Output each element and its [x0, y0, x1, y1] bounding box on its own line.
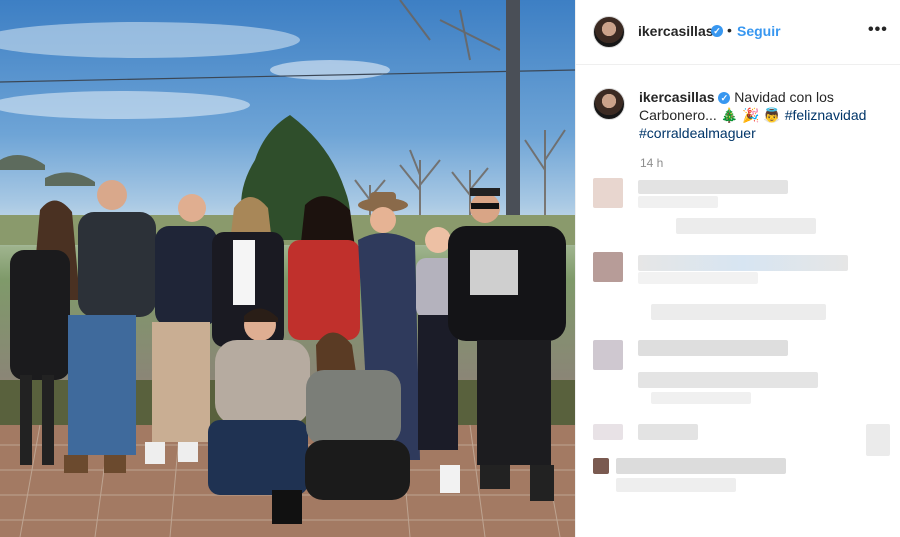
follow-button[interactable]: Seguir: [737, 23, 781, 39]
comment-avatar: [593, 340, 623, 370]
comment-line: [638, 196, 718, 208]
header-username[interactable]: ikercasillas: [638, 23, 714, 39]
comment-line: [638, 340, 788, 356]
comment-avatar: [593, 458, 609, 474]
caption-avatar[interactable]: [593, 88, 625, 120]
verified-badge-icon: ✓: [711, 25, 723, 37]
comment-line: [651, 304, 826, 320]
comment-line: [866, 424, 890, 456]
comment-avatar: [593, 178, 623, 208]
hashtag-link[interactable]: #corraldealmaguer: [639, 125, 756, 141]
separator-dot: •: [727, 22, 732, 38]
comment-line: [638, 180, 788, 194]
comment-line: [638, 255, 848, 271]
comment-line: [638, 272, 758, 284]
post-side-panel: ikercasillas ✓ • Seguir ••• ikercasillas…: [575, 0, 900, 537]
comment-avatar: [593, 424, 623, 440]
avatar[interactable]: [593, 16, 625, 48]
comment-line: [638, 424, 698, 440]
comment-line: [616, 478, 736, 492]
comment-line: [616, 458, 786, 474]
comment-line: [638, 372, 818, 388]
hashtag-link[interactable]: #feliznavidad: [785, 107, 867, 123]
comment-line: [676, 218, 816, 234]
caption-username[interactable]: ikercasillas: [639, 89, 715, 105]
post-photo[interactable]: [0, 0, 575, 537]
comment-line: [651, 392, 751, 404]
post-header: ikercasillas ✓ • Seguir •••: [576, 0, 900, 65]
timestamp: 14 h: [640, 156, 664, 170]
group-photo-illustration: [0, 0, 575, 537]
caption: ikercasillas ✓ Navidad con los Carbonero…: [639, 88, 889, 142]
more-options-icon[interactable]: •••: [868, 21, 888, 39]
verified-badge-icon: ✓: [718, 92, 731, 104]
comment-avatar: [593, 252, 623, 282]
